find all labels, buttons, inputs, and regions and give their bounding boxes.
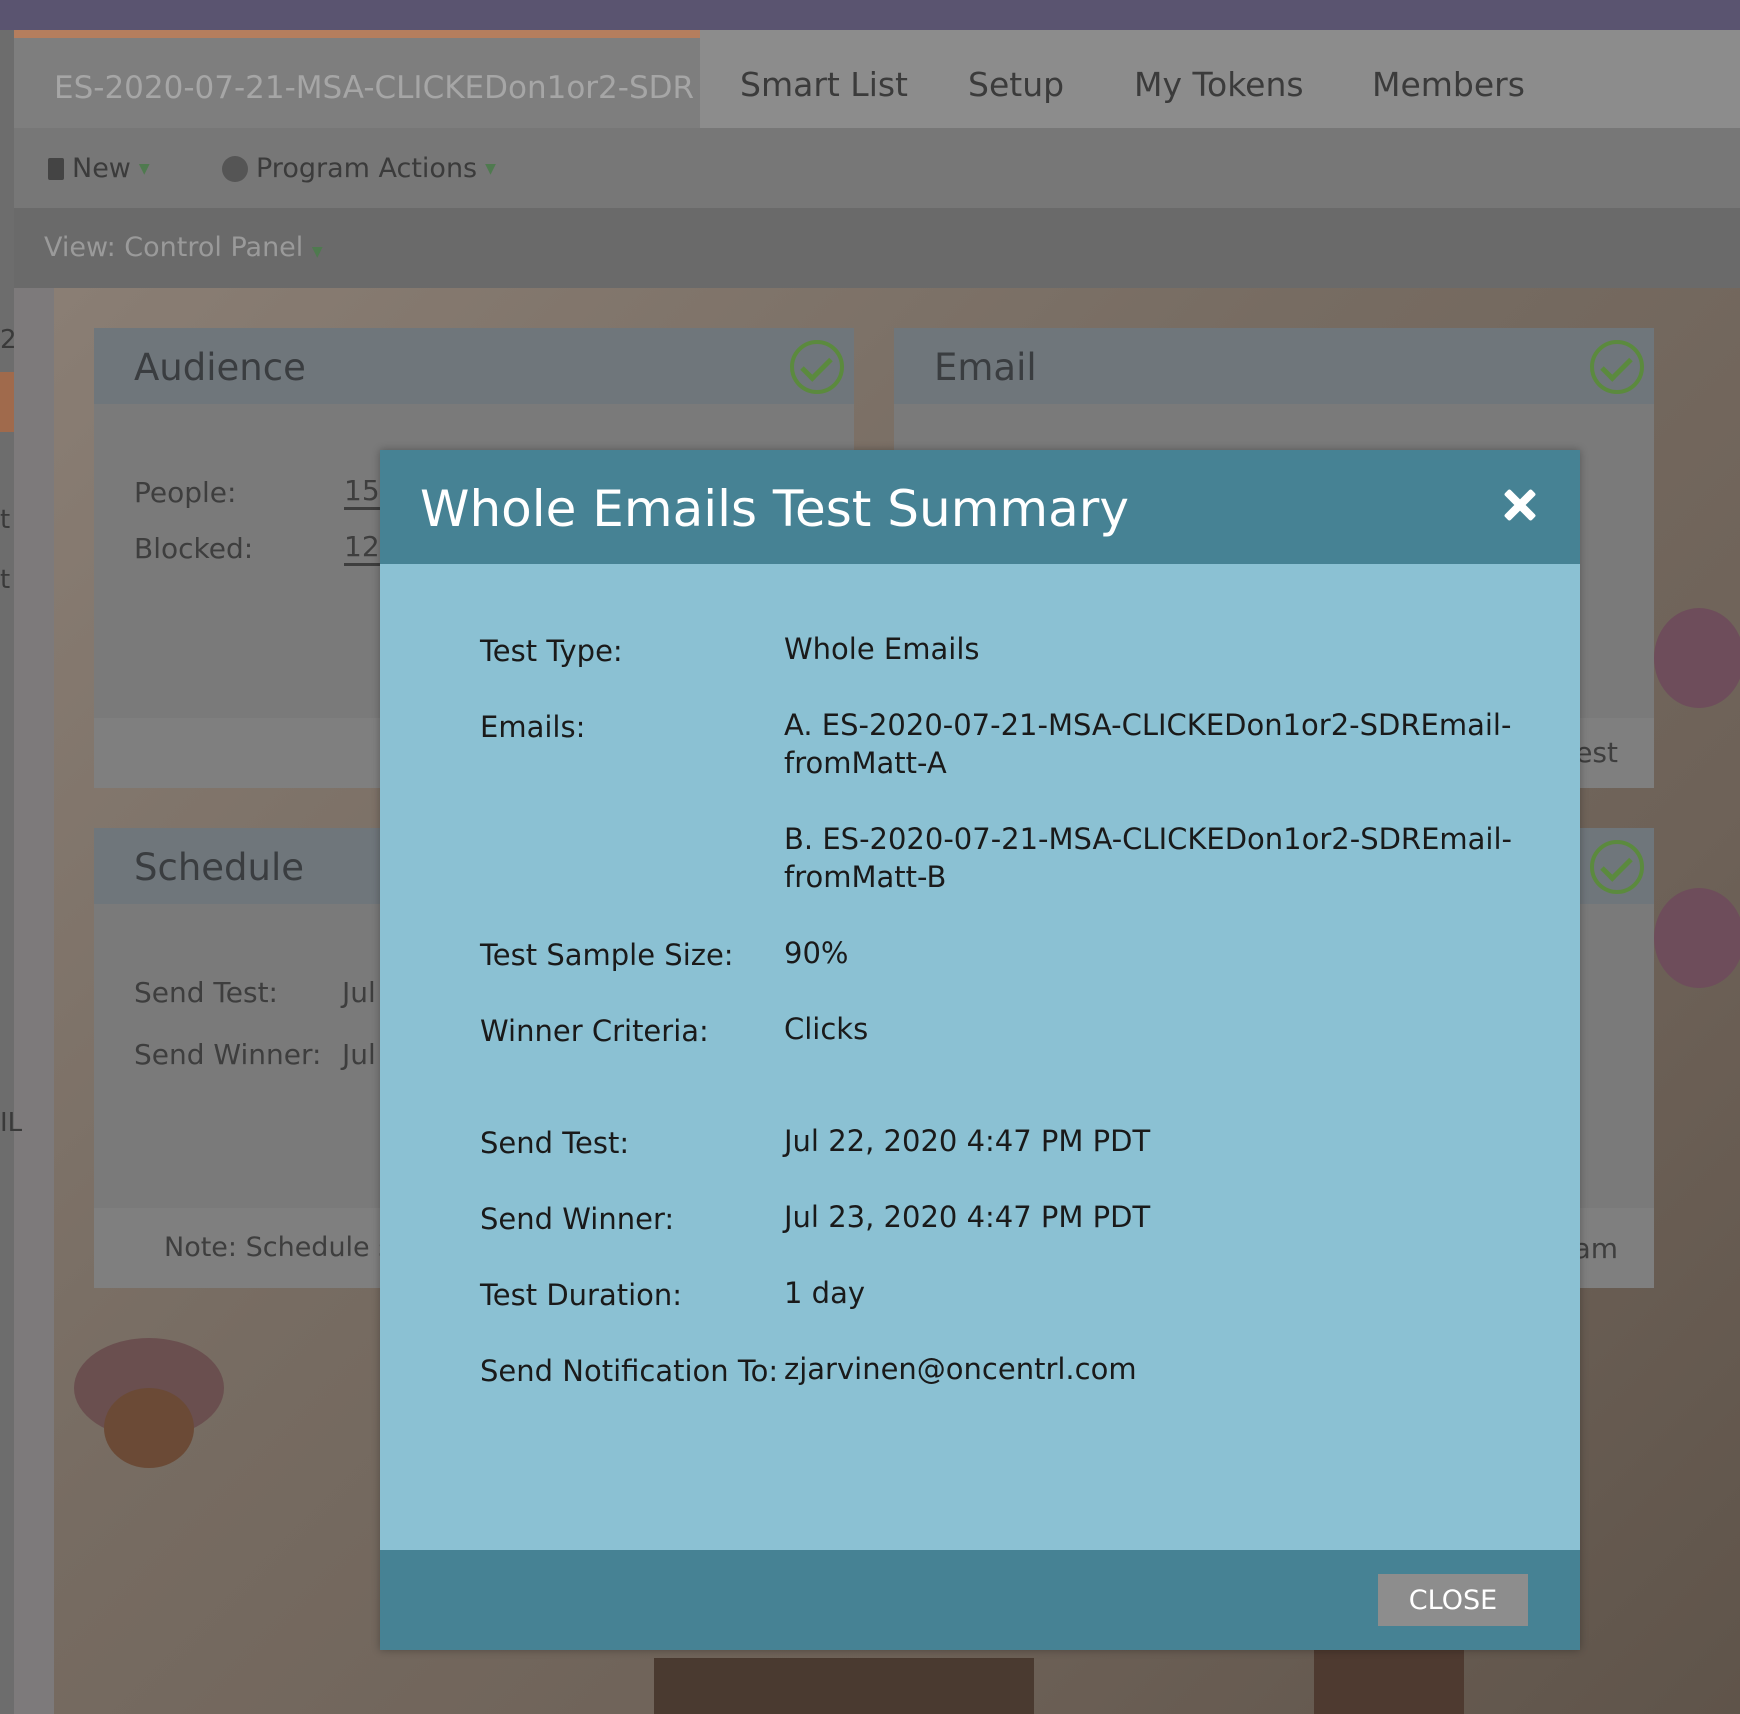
sample-size-label: Test Sample Size: — [480, 938, 734, 972]
notification-label: Send Notification To: — [480, 1354, 779, 1388]
view-bar: View: Control Panel ▼ — [14, 208, 1740, 288]
gear-icon — [222, 155, 248, 182]
notification-value: zjarvinen@oncentrl.com — [784, 1352, 1137, 1386]
new-label: New — [72, 153, 131, 184]
program-tabs: ES-2020-07-21-MSA-CLICKEDon1or2-SDR Smar… — [14, 30, 1740, 128]
winner-panel-footer-text: am — [1573, 1232, 1618, 1265]
toolbar: New ▼ Program Actions ▼ — [14, 128, 1740, 208]
close-icon[interactable] — [1502, 488, 1536, 522]
people-value[interactable]: 15 — [344, 474, 380, 510]
send-winner-value: Jul 23, 2020 4:47 PM PDT — [784, 1200, 1151, 1234]
left-edge-text: IL — [0, 1108, 23, 1138]
send-winner-label: Send Winner: — [134, 1038, 322, 1071]
left-edge-text: 2 — [0, 325, 17, 355]
flower-decoration — [1654, 608, 1740, 708]
top-bar — [0, 0, 1740, 30]
schedule-note: Note: Schedule se — [164, 1232, 409, 1263]
send-test-label: Send Test: — [480, 1126, 630, 1160]
test-summary-dialog: Whole Emails Test Summary Test Type: Who… — [380, 450, 1580, 1650]
left-edge — [0, 30, 14, 1714]
send-test-label: Send Test: — [134, 976, 278, 1009]
test-duration-value: 1 day — [784, 1276, 866, 1310]
check-icon — [1590, 840, 1644, 894]
dialog-title: Whole Emails Test Summary — [420, 480, 1129, 538]
left-edge-text: t — [0, 505, 11, 535]
test-duration-label: Test Duration: — [480, 1278, 683, 1312]
left-edge-text: t — [0, 565, 11, 595]
tab-smart-list[interactable]: Smart List — [740, 65, 908, 104]
tab-program[interactable]: ES-2020-07-21-MSA-CLICKEDon1or2-SDR — [14, 30, 700, 128]
audience-title: Audience — [134, 346, 306, 389]
send-test-value: Jul — [342, 976, 376, 1009]
tab-setup[interactable]: Setup — [968, 65, 1064, 104]
chevron-down-icon: ▼ — [311, 244, 323, 260]
flower-decoration — [1654, 888, 1740, 988]
view-selector[interactable]: View: Control Panel ▼ — [44, 232, 323, 263]
sample-size-value: 90% — [784, 936, 849, 970]
emails-label: Emails: — [480, 710, 586, 744]
email-title: Email — [934, 346, 1037, 389]
email-a-value: A. ES-2020-07-21-MSA-CLICKEDon1or2-SDREm… — [784, 708, 1512, 780]
send-test-value: Jul 22, 2020 4:47 PM PDT — [784, 1124, 1151, 1158]
check-icon — [1590, 340, 1644, 394]
flower-pot-decoration — [104, 1388, 194, 1468]
check-icon — [790, 340, 844, 394]
winner-criteria-value: Clicks — [784, 1012, 869, 1046]
send-winner-value: Jul — [342, 1038, 376, 1071]
program-actions-button[interactable]: Program Actions ▼ — [222, 153, 496, 184]
program-actions-label: Program Actions — [256, 153, 478, 184]
email-b-value: B. ES-2020-07-21-MSA-CLICKEDon1or2-SDREm… — [784, 822, 1513, 894]
dialog-footer: CLOSE — [380, 1550, 1580, 1650]
test-type-value: Whole Emails — [784, 632, 980, 666]
new-button[interactable]: New ▼ — [48, 153, 150, 184]
schedule-title: Schedule — [134, 846, 305, 889]
chevron-down-icon: ▼ — [138, 160, 150, 177]
audience-panel-header: Audience — [94, 328, 854, 404]
door-decoration — [654, 1658, 1034, 1714]
blocked-label: Blocked: — [134, 532, 254, 565]
send-winner-label: Send Winner: — [480, 1202, 675, 1236]
document-icon — [48, 157, 64, 180]
left-edge-marker — [0, 372, 14, 432]
email-panel-footer-text: est — [1575, 736, 1618, 769]
email-panel-header: Email — [894, 328, 1654, 404]
blocked-value[interactable]: 12 — [344, 530, 380, 566]
tab-members[interactable]: Members — [1372, 65, 1525, 104]
chevron-down-icon: ▼ — [485, 160, 496, 177]
people-label: People: — [134, 476, 237, 509]
dialog-header: Whole Emails Test Summary — [380, 450, 1580, 564]
close-button[interactable]: CLOSE — [1378, 1574, 1528, 1626]
test-type-label: Test Type: — [480, 634, 623, 668]
winner-criteria-label: Winner Criteria: — [480, 1014, 709, 1048]
tab-my-tokens[interactable]: My Tokens — [1134, 65, 1304, 104]
